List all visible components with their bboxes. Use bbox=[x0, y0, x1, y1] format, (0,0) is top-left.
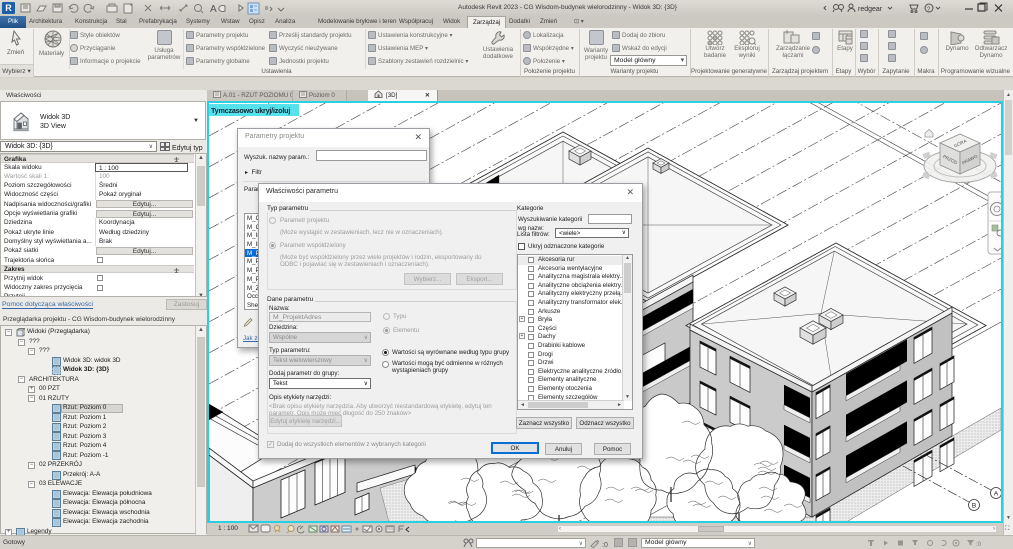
svg-text::0: :0 bbox=[602, 542, 608, 548]
svg-text:A: A bbox=[994, 491, 999, 498]
svg-text:B: B bbox=[972, 503, 976, 510]
svg-text::0: :0 bbox=[976, 542, 982, 548]
svg-text:redgear: redgear bbox=[858, 6, 883, 13]
svg-text:A: A bbox=[210, 4, 217, 15]
svg-text:R: R bbox=[5, 3, 12, 13]
